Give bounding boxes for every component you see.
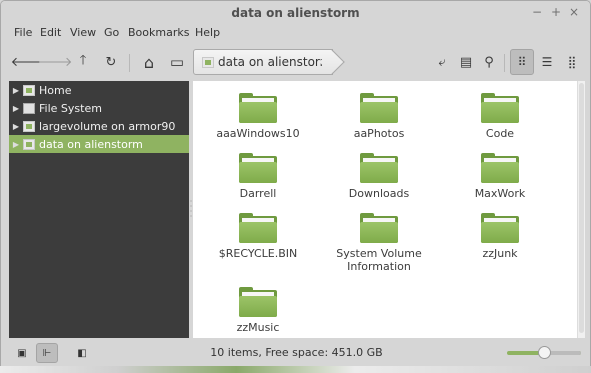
- toggle-location-button[interactable]: ⤶: [429, 50, 455, 74]
- sidebar-item-label: data on alienstorm: [39, 137, 143, 151]
- computer-button[interactable]: ▭: [164, 50, 190, 74]
- home-folder-icon: [23, 84, 35, 96]
- home-icon: ⌂: [143, 52, 155, 72]
- home-button[interactable]: ⌂: [136, 50, 162, 74]
- file-item[interactable]: aaPhotos: [324, 93, 434, 140]
- file-item[interactable]: zzJunk: [445, 213, 555, 260]
- scrollbar-thumb[interactable]: [579, 83, 584, 333]
- file-name: aaaWindows10: [216, 127, 300, 140]
- file-view[interactable]: aaaWindows10 aaPhotos Code Darrell Downl…: [193, 81, 577, 338]
- sidebar-item-file-system[interactable]: ▶ File System: [9, 99, 189, 117]
- view-switcher: ⠿ ☰ ⣿: [510, 49, 586, 75]
- file-name: System Volume Information: [336, 247, 422, 273]
- file-name: Code: [485, 127, 515, 140]
- file-item[interactable]: MaxWork: [445, 153, 555, 200]
- forward-arrow-icon: 🡒: [37, 55, 73, 70]
- sidebar-item-home[interactable]: ▶ Home: [9, 81, 189, 99]
- menu-bookmarks[interactable]: Bookmarks: [128, 26, 189, 39]
- file-name: zzJunk: [482, 247, 518, 260]
- expand-triangle-icon[interactable]: ▶: [11, 86, 21, 95]
- toolbar-separator: [129, 54, 130, 72]
- sidebar-item-label: largevolume on armor90: [39, 119, 176, 133]
- path-label: data on alienstorm: [218, 55, 332, 69]
- grid-icon: ⠿: [517, 55, 527, 69]
- reload-icon: ↻: [105, 54, 117, 70]
- sidebar-tree[interactable]: ▶ Home ▶ File System ▶ largevolume on ar…: [9, 81, 189, 338]
- sidebar-item-label: File System: [39, 101, 102, 115]
- folder-icon: [481, 93, 519, 123]
- file-item[interactable]: Darrell: [203, 153, 313, 200]
- file-name: $RECYCLE.BIN: [218, 247, 298, 260]
- file-name: Darrell: [239, 187, 277, 200]
- folder-icon: [239, 213, 277, 243]
- list-icon: ☰: [541, 55, 553, 69]
- folder-icon: [239, 153, 277, 183]
- file-item[interactable]: Code: [445, 93, 555, 140]
- compact-icon: ⣿: [567, 55, 577, 69]
- file-name: MaxWork: [474, 187, 526, 200]
- search-button[interactable]: ⚲: [476, 50, 502, 74]
- drive-icon: [23, 102, 35, 114]
- up-button[interactable]: 🡑: [70, 50, 96, 74]
- menu-bar: File Edit View Go Bookmarks Help: [1, 25, 590, 43]
- folder-icon: [360, 93, 398, 123]
- terminal-icon: ▤: [459, 54, 473, 70]
- expand-triangle-icon[interactable]: ▶: [11, 122, 21, 131]
- vertical-scrollbar[interactable]: [577, 81, 585, 338]
- window-title: data on alienstorm: [231, 6, 360, 20]
- path-arrow: [319, 49, 345, 75]
- sidebar-item-label: Home: [39, 83, 72, 97]
- forward-button[interactable]: 🡒: [38, 50, 73, 74]
- file-item[interactable]: System Volume Information: [324, 213, 434, 273]
- menu-go[interactable]: Go: [104, 26, 119, 39]
- file-item[interactable]: $RECYCLE.BIN: [203, 213, 313, 260]
- status-bar: ▣ ⊩ ◧ 10 items, Free space: 451.0 GB: [1, 339, 590, 367]
- reload-button[interactable]: ↻: [98, 50, 124, 74]
- toolbar-separator: [504, 54, 505, 72]
- expand-triangle-icon[interactable]: ▶: [11, 104, 21, 113]
- sidebar-item-largevolume[interactable]: ▶ largevolume on armor90: [9, 117, 189, 135]
- zoom-slider-knob[interactable]: [538, 346, 551, 359]
- file-name: aaPhotos: [353, 127, 405, 140]
- icon-view-button[interactable]: ⠿: [510, 49, 534, 75]
- network-folder-icon: [23, 120, 35, 132]
- expand-triangle-icon[interactable]: ▶: [11, 140, 21, 149]
- close-button[interactable]: ×: [566, 4, 582, 20]
- menu-file[interactable]: File: [14, 26, 32, 39]
- title-bar[interactable]: data on alienstorm − + ×: [1, 1, 590, 25]
- network-folder-icon: [23, 138, 35, 150]
- minimize-button[interactable]: −: [529, 4, 545, 20]
- folder-icon: [239, 93, 277, 123]
- folder-icon: [360, 153, 398, 183]
- file-name: Downloads: [348, 187, 410, 200]
- path-bar-current[interactable]: data on alienstorm: [193, 49, 345, 75]
- file-item[interactable]: Downloads: [324, 153, 434, 200]
- file-name: zzMusic: [236, 321, 280, 334]
- folder-icon: [481, 213, 519, 243]
- menu-view[interactable]: View: [70, 26, 96, 39]
- desktop-background-strip: [0, 366, 591, 373]
- folder-icon: [360, 213, 398, 243]
- computer-icon: ▭: [169, 53, 185, 71]
- network-folder-icon: [202, 56, 214, 68]
- folder-icon: [239, 287, 277, 317]
- file-manager-window: data on alienstorm − + × File Edit View …: [0, 0, 591, 368]
- folder-icon: [481, 153, 519, 183]
- compact-view-button[interactable]: ⣿: [560, 49, 584, 75]
- list-view-button[interactable]: ☰: [535, 49, 559, 75]
- up-arrow-icon: 🡑: [79, 53, 87, 68]
- zoom-slider[interactable]: [507, 346, 581, 359]
- toolbar: 🡐 🡒 🡑 ↻ ⌂ ▭ data on alienstorm ⤶ ▤ ⚲ ⠿ ☰…: [1, 45, 590, 79]
- location-icon: ⤶: [438, 54, 446, 70]
- menu-edit[interactable]: Edit: [40, 26, 61, 39]
- menu-help[interactable]: Help: [195, 26, 220, 39]
- search-icon: ⚲: [484, 54, 494, 70]
- file-item[interactable]: aaaWindows10: [203, 93, 313, 140]
- maximize-button[interactable]: +: [548, 4, 564, 20]
- file-item[interactable]: zzMusic: [203, 287, 313, 334]
- sidebar-item-data-on-alienstorm[interactable]: ▶ data on alienstorm: [9, 135, 189, 153]
- status-text: 10 items, Free space: 451.0 GB: [210, 346, 383, 359]
